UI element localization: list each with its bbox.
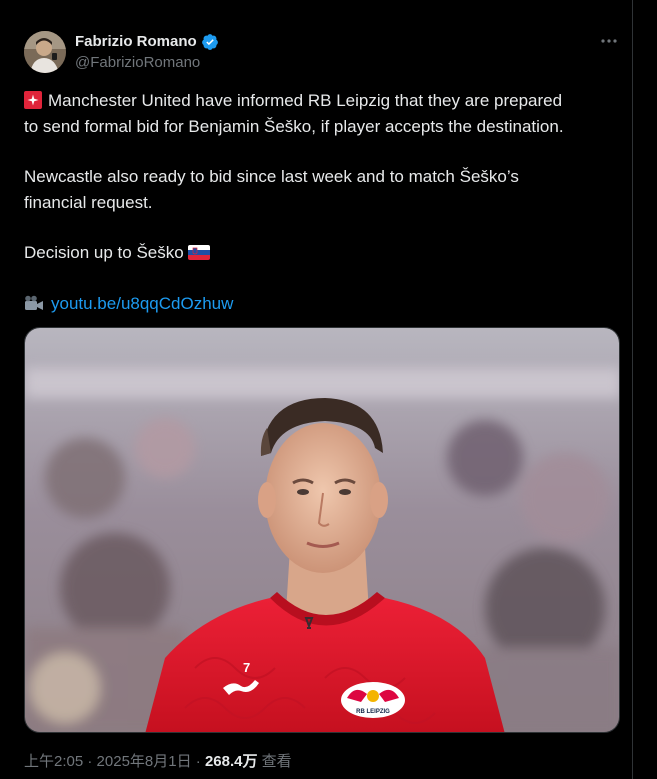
verified-badge-icon (201, 34, 218, 50)
video-camera-icon (25, 295, 43, 310)
tweet-text-line: Decision up to Šeško (24, 243, 184, 262)
tweet-text-line: Manchester United have informed RB Leipz… (48, 91, 563, 110)
author-display-name[interactable]: Fabrizio Romano (75, 32, 197, 52)
author-avatar[interactable] (24, 31, 66, 73)
tweet-text: Manchester United have informed RB Leipz… (24, 88, 624, 341)
column-divider (632, 0, 657, 779)
author-name-row[interactable]: Fabrizio Romano (75, 32, 219, 52)
tweet-paragraph: Newcastle also ready to bid since last w… (24, 164, 624, 215)
tweet-date[interactable]: 2025年8月1日 (97, 753, 192, 770)
rb-leipzig-badge: RB LEIPZIG (341, 682, 405, 718)
author-handle[interactable]: @FabrizioRomano (75, 53, 200, 73)
views-label: 查看 (257, 753, 292, 770)
tweet-text-line: to send formal bid for Benjamin Šeško, i… (24, 116, 564, 136)
jersey-number: 7 (243, 660, 250, 675)
player-photo: 7 RB LEIPZIG (25, 328, 619, 732)
tweet-paragraph: youtu.be/u8qqCdOzhuw (24, 291, 624, 317)
tweet-text-line: financial request. (24, 192, 153, 212)
tweet-time[interactable]: 上午2:05 (24, 753, 83, 770)
tweet-paragraph: Manchester United have informed RB Leipz… (24, 88, 624, 139)
siren-icon (24, 91, 42, 109)
tweet-line: Manchester United have informed RB Leipz… (24, 88, 624, 114)
tweet-text-line: Newcastle also ready to bid since last w… (24, 167, 519, 186)
views-count: 268.4万 (204, 753, 258, 770)
tweet-paragraph: Decision up to Šeško (24, 240, 624, 266)
tweet-meta: 上午2:05 · 2025年8月1日 · 268.4万 查看 (24, 752, 292, 772)
svg-text:RB LEIPZIG: RB LEIPZIG (356, 709, 390, 715)
more-dots-icon[interactable] (598, 30, 620, 52)
youtube-link[interactable]: youtu.be/u8qqCdOzhuw (51, 294, 233, 313)
meta-separator: · (83, 753, 97, 770)
tweet-view: Fabrizio Romano @FabrizioRomano Manchest… (0, 0, 657, 779)
meta-separator: · (191, 753, 205, 770)
slovenia-flag-icon (187, 245, 210, 260)
tweet-media-image[interactable]: 7 RB LEIPZIG (24, 327, 620, 733)
